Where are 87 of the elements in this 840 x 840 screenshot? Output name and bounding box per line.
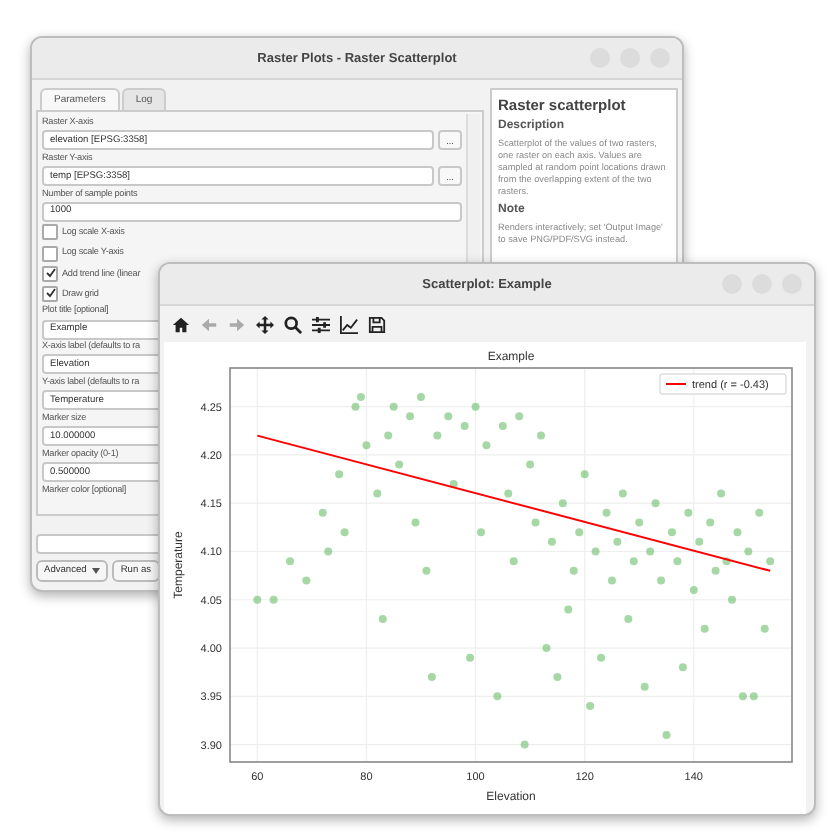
data-point	[526, 460, 535, 469]
data-point	[624, 615, 633, 624]
zoom-icon[interactable]	[284, 315, 302, 333]
data-point	[651, 499, 660, 508]
data-point	[558, 499, 567, 508]
data-point	[733, 528, 742, 537]
home-icon[interactable]	[172, 315, 190, 333]
data-point	[591, 547, 600, 556]
data-point	[302, 576, 311, 585]
data-point	[466, 653, 475, 662]
data-point	[717, 489, 726, 498]
data-point	[318, 508, 327, 517]
data-point	[613, 537, 622, 546]
data-point	[269, 595, 278, 604]
data-point	[433, 431, 442, 440]
data-point	[706, 518, 715, 527]
data-point	[406, 412, 415, 421]
data-point	[509, 557, 518, 566]
move-icon[interactable]	[256, 315, 274, 333]
data-point	[498, 421, 507, 430]
data-point	[416, 392, 425, 401]
chart-legend	[659, 373, 787, 395]
data-point	[646, 547, 655, 556]
data-point	[547, 537, 556, 546]
data-point	[471, 402, 480, 411]
data-point	[728, 595, 736, 604]
data-point	[607, 576, 616, 585]
data-point	[482, 441, 491, 450]
data-point	[667, 528, 676, 537]
data-point	[537, 431, 545, 440]
data-point	[411, 518, 420, 527]
caret-icon	[92, 568, 101, 574]
data-point	[586, 702, 595, 710]
data-point	[564, 605, 573, 614]
data-point	[422, 566, 431, 575]
data-point	[427, 673, 436, 681]
data-point	[580, 470, 589, 479]
data-point	[695, 537, 704, 546]
checkbox[interactable]	[42, 285, 58, 302]
data-point	[460, 421, 469, 430]
data-point	[575, 528, 584, 537]
data-point	[378, 615, 387, 624]
data-point	[515, 412, 524, 421]
data-point	[493, 692, 502, 701]
data-point	[602, 508, 611, 517]
data-point	[755, 508, 764, 517]
data-point	[629, 557, 638, 566]
checkbox[interactable]	[42, 224, 58, 241]
data-point	[657, 576, 666, 585]
data-point	[477, 528, 485, 537]
data-point	[444, 412, 453, 421]
checkbox[interactable]	[42, 265, 58, 282]
data-point	[553, 673, 562, 681]
data-point	[635, 518, 644, 527]
data-point	[253, 595, 262, 604]
data-point	[531, 518, 540, 527]
data-point	[373, 489, 382, 498]
sliders-icon[interactable]	[312, 315, 330, 333]
data-point	[684, 508, 693, 517]
data-point	[384, 431, 393, 440]
data-point	[340, 528, 349, 537]
data-point	[395, 460, 404, 469]
data-point	[504, 489, 513, 498]
data-point	[569, 566, 578, 575]
data-point	[760, 624, 769, 633]
data-point	[700, 624, 709, 633]
data-point	[520, 740, 529, 749]
line-chart-icon[interactable]	[340, 315, 358, 333]
data-point	[640, 682, 649, 691]
save-icon[interactable]	[368, 315, 386, 333]
data-point	[597, 653, 606, 662]
data-point	[662, 730, 671, 739]
data-point	[449, 479, 458, 488]
data-point	[335, 470, 344, 479]
data-point	[542, 644, 551, 653]
checkbox[interactable]	[42, 245, 58, 262]
legend-line	[665, 383, 687, 385]
data-point	[362, 441, 371, 450]
data-point	[689, 586, 698, 595]
data-point	[618, 489, 627, 498]
data-point	[286, 557, 294, 566]
data-point	[766, 557, 775, 566]
data-point	[744, 547, 753, 556]
data-point	[324, 547, 333, 556]
data-point	[389, 402, 398, 411]
data-point	[673, 557, 682, 566]
data-point	[678, 663, 687, 672]
